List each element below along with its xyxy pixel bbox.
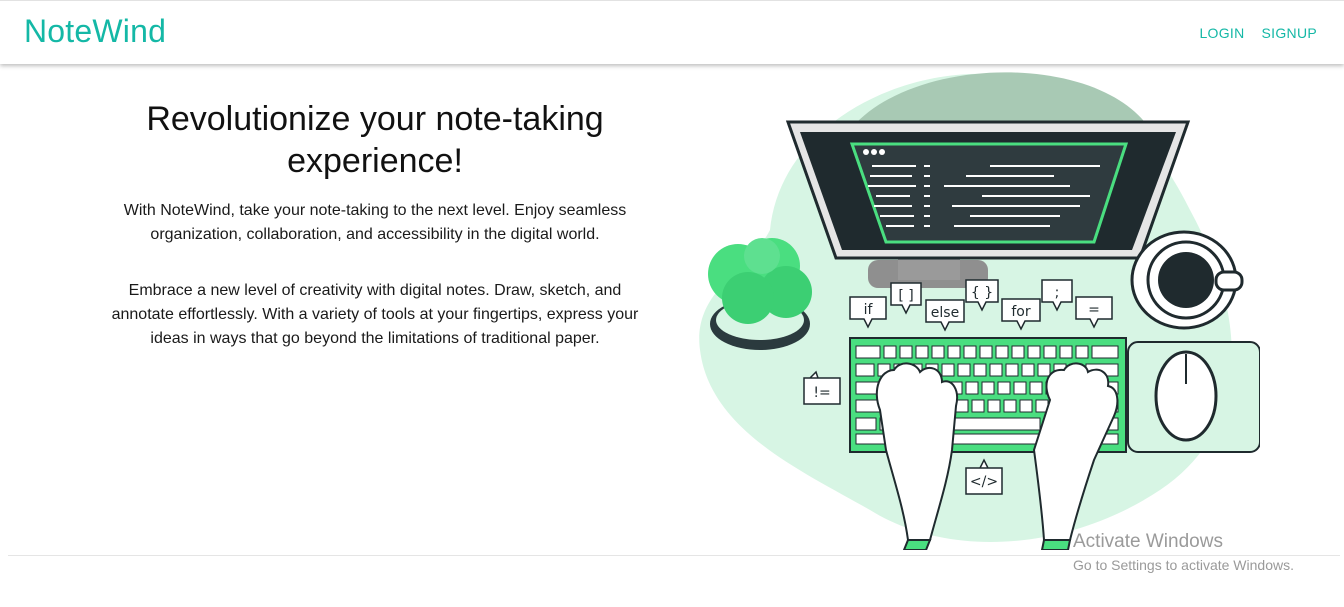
svg-text:for: for — [1011, 304, 1030, 320]
svg-text:</>: </> — [970, 474, 998, 490]
nav-links: LOGIN SIGNUP — [1199, 25, 1317, 41]
coding-illustration: if [ ] else { } for ; = != </> — [699, 72, 1260, 550]
brand-logo[interactable]: NoteWind — [24, 13, 166, 50]
svg-text:[ ]: [ ] — [898, 288, 913, 304]
hero-title: Revolutionize your note-taking experienc… — [146, 100, 604, 180]
activate-windows-subtitle: Go to Settings to activate Windows. — [1073, 557, 1294, 573]
signup-link[interactable]: SIGNUP — [1262, 25, 1317, 41]
login-link[interactable]: LOGIN — [1199, 25, 1244, 41]
svg-text:if: if — [864, 302, 874, 318]
footer-divider — [8, 555, 1340, 556]
svg-text:!=: != — [813, 385, 830, 401]
svg-text:=: = — [1088, 302, 1100, 318]
hero-paragraph-2: Embrace a new level of creativity with d… — [111, 282, 639, 347]
svg-text:;: ; — [1055, 285, 1060, 301]
svg-text:else: else — [931, 305, 959, 321]
hero-paragraph-1: With NoteWind, take your note-taking to … — [123, 202, 627, 243]
svg-text:{ }: { } — [971, 285, 993, 301]
navbar: NoteWind LOGIN SIGNUP — [0, 0, 1344, 64]
mouse — [1127, 341, 1260, 453]
plant — [708, 238, 812, 350]
activate-windows-title: Activate Windows — [1073, 531, 1223, 552]
